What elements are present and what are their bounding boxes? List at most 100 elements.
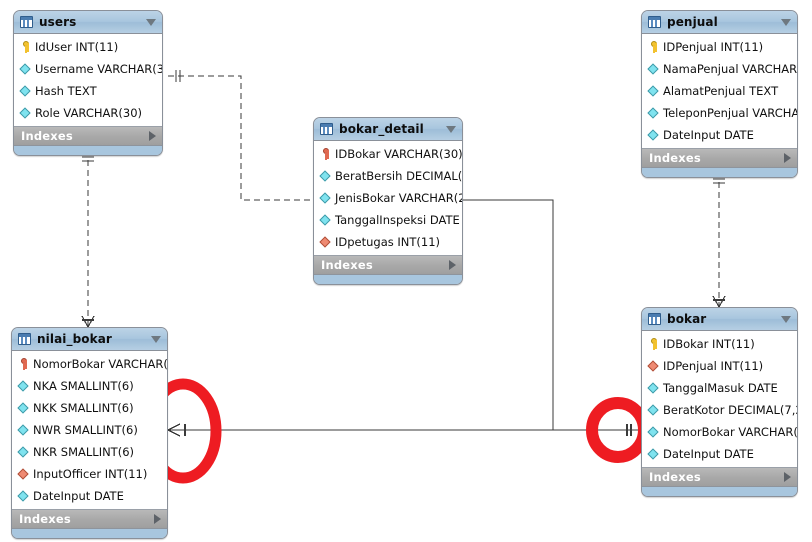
table-icon bbox=[648, 16, 661, 28]
indexes-section-nilai-bokar[interactable]: Indexes bbox=[12, 510, 167, 529]
column-row[interactable]: NKR SMALLINT(6) bbox=[12, 441, 167, 463]
column-row[interactable]: InputOfficer INT(11) bbox=[12, 463, 167, 485]
column-row[interactable]: Hash TEXT bbox=[14, 80, 162, 102]
column-row[interactable]: NomorBokar VARCHAR(30) bbox=[642, 421, 797, 443]
column-label: IdUser INT(11) bbox=[35, 40, 119, 54]
column-label: NomorBokar VARCHAR(30) bbox=[33, 357, 168, 371]
column-row[interactable]: DateInput DATE bbox=[642, 124, 797, 146]
table-header-penjual[interactable]: penjual bbox=[642, 11, 797, 34]
column-row[interactable]: IDBokar INT(11) bbox=[642, 333, 797, 355]
indexes-label: Indexes bbox=[321, 258, 373, 272]
table-name: bokar_detail bbox=[339, 122, 424, 136]
column-row[interactable]: BeratBersih DECIMAL(7,0) bbox=[314, 165, 462, 187]
column-label: NKK SMALLINT(6) bbox=[33, 401, 134, 415]
column-row[interactable]: NWR SMALLINT(6) bbox=[12, 419, 167, 441]
column-label: Username VARCHAR(30) bbox=[35, 62, 163, 76]
table-footer bbox=[642, 487, 797, 496]
table-footer bbox=[14, 146, 162, 155]
column-icon bbox=[320, 192, 332, 205]
column-row[interactable]: NamaPenjual VARCHAR(60) bbox=[642, 58, 797, 80]
column-label: InputOfficer INT(11) bbox=[33, 467, 148, 481]
chevron-right-icon[interactable] bbox=[784, 472, 791, 482]
column-label: DateInput DATE bbox=[33, 489, 124, 503]
column-row[interactable]: TanggalInspeksi DATE bbox=[314, 209, 462, 231]
table-header-bokar-detail[interactable]: bokar_detail bbox=[314, 118, 462, 141]
column-icon bbox=[648, 448, 660, 461]
indexes-section-bokar-detail[interactable]: Indexes bbox=[314, 256, 462, 275]
column-label: IDPenjual INT(11) bbox=[663, 359, 764, 373]
primary-key-icon bbox=[648, 40, 660, 54]
chevron-down-icon[interactable] bbox=[151, 335, 161, 343]
column-label: NWR SMALLINT(6) bbox=[33, 423, 138, 437]
column-label: JenisBokar VARCHAR(20) bbox=[335, 191, 462, 205]
chevron-right-icon[interactable] bbox=[154, 514, 161, 524]
annotation-ellipse-right bbox=[586, 397, 650, 463]
chevron-down-icon[interactable] bbox=[446, 125, 456, 133]
table-header-bokar[interactable]: bokar bbox=[642, 308, 797, 331]
column-row[interactable]: DateInput DATE bbox=[642, 443, 797, 465]
column-icon bbox=[18, 490, 30, 503]
column-label: TeleponPenjual VARCHAR(15) bbox=[663, 106, 797, 120]
chevron-down-icon[interactable] bbox=[781, 315, 791, 323]
chevron-down-icon[interactable] bbox=[781, 18, 791, 26]
table-nilai-bokar[interactable]: nilai_bokar NomorBokar VARCHAR(30) NKA S… bbox=[11, 327, 168, 539]
column-row[interactable]: AlamatPenjual TEXT bbox=[642, 80, 797, 102]
column-label: NKA SMALLINT(6) bbox=[33, 379, 134, 393]
column-row[interactable]: IdUser INT(11) bbox=[14, 36, 162, 58]
table-name: users bbox=[39, 15, 77, 29]
table-bokar-detail[interactable]: bokar_detail IDBokar VARCHAR(30) BeratBe… bbox=[313, 117, 463, 285]
column-icon bbox=[648, 63, 660, 76]
chevron-right-icon[interactable] bbox=[449, 260, 456, 270]
column-row[interactable]: TeleponPenjual VARCHAR(15) bbox=[642, 102, 797, 124]
column-list-bokar: IDBokar INT(11) IDPenjual INT(11) Tangga… bbox=[642, 331, 797, 468]
column-icon bbox=[18, 424, 30, 437]
table-name: nilai_bokar bbox=[37, 332, 112, 346]
column-icon bbox=[320, 214, 332, 227]
column-icon bbox=[648, 129, 660, 142]
foreign-key-icon bbox=[18, 468, 30, 481]
indexes-section-users[interactable]: Indexes bbox=[14, 127, 162, 146]
chevron-down-icon[interactable] bbox=[146, 18, 156, 26]
column-icon bbox=[648, 404, 660, 417]
table-header-users[interactable]: users bbox=[14, 11, 162, 34]
column-row[interactable]: Role VARCHAR(30) bbox=[14, 102, 162, 124]
column-icon bbox=[648, 382, 660, 395]
column-row[interactable]: Username VARCHAR(30) bbox=[14, 58, 162, 80]
indexes-label: Indexes bbox=[649, 151, 701, 165]
table-icon bbox=[648, 313, 661, 325]
relationship-bokar_detail-bokar bbox=[463, 199, 641, 431]
column-list-users: IdUser INT(11) Username VARCHAR(30) Hash… bbox=[14, 34, 162, 127]
column-list-penjual: IDPenjual INT(11) NamaPenjual VARCHAR(60… bbox=[642, 34, 797, 149]
chevron-right-icon[interactable] bbox=[784, 153, 791, 163]
table-icon bbox=[320, 123, 333, 135]
column-label: BeratBersih DECIMAL(7,0) bbox=[335, 169, 463, 183]
column-row[interactable]: IDpetugas INT(11) bbox=[314, 231, 462, 253]
table-bokar[interactable]: bokar IDBokar INT(11) IDPenjual INT(11) … bbox=[641, 307, 798, 497]
table-name: penjual bbox=[667, 15, 718, 29]
indexes-section-penjual[interactable]: Indexes bbox=[642, 149, 797, 168]
column-label: IDBokar INT(11) bbox=[663, 337, 755, 351]
chevron-right-icon[interactable] bbox=[149, 131, 156, 141]
table-users[interactable]: users IdUser INT(11) Username VARCHAR(30… bbox=[13, 10, 163, 156]
foreign-key-icon bbox=[648, 360, 660, 373]
column-row[interactable]: TanggalMasuk DATE bbox=[642, 377, 797, 399]
column-icon bbox=[320, 170, 332, 183]
column-icon bbox=[20, 85, 32, 98]
table-icon bbox=[20, 16, 33, 28]
primary-key-icon bbox=[18, 357, 30, 371]
column-row[interactable]: IDPenjual INT(11) bbox=[642, 36, 797, 58]
table-header-nilai-bokar[interactable]: nilai_bokar bbox=[12, 328, 167, 351]
indexes-section-bokar[interactable]: Indexes bbox=[642, 468, 797, 487]
column-row[interactable]: BeratKotor DECIMAL(7,2) bbox=[642, 399, 797, 421]
column-row[interactable]: DateInput DATE bbox=[12, 485, 167, 507]
column-row[interactable]: NKK SMALLINT(6) bbox=[12, 397, 167, 419]
column-icon bbox=[648, 107, 660, 120]
column-row[interactable]: IDPenjual INT(11) bbox=[642, 355, 797, 377]
column-row[interactable]: IDBokar VARCHAR(30) bbox=[314, 143, 462, 165]
column-row[interactable]: NKA SMALLINT(6) bbox=[12, 375, 167, 397]
foreign-key-icon bbox=[320, 236, 332, 249]
table-penjual[interactable]: penjual IDPenjual INT(11) NamaPenjual VA… bbox=[641, 10, 798, 178]
column-row[interactable]: NomorBokar VARCHAR(30) bbox=[12, 353, 167, 375]
column-row[interactable]: JenisBokar VARCHAR(20) bbox=[314, 187, 462, 209]
column-icon bbox=[18, 402, 30, 415]
